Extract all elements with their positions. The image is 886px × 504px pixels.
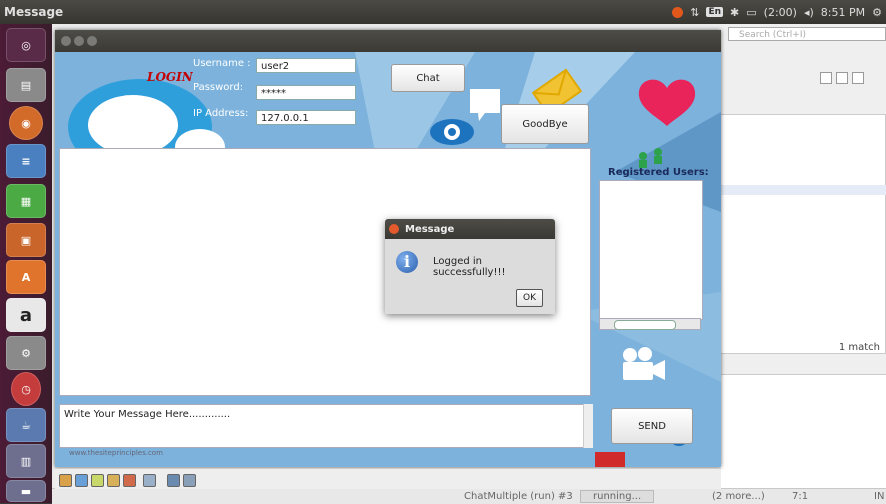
ok-button[interactable]: OK [516,289,543,307]
volume-icon[interactable]: ◂) [804,6,814,19]
system-tray: ⇅ En ✱ ▭ (2:00) ◂) 8:51 PM ⚙ [672,6,882,19]
goodbye-button[interactable]: GoodBye [501,104,589,144]
toolbar-folder-icon[interactable] [107,474,120,487]
bluetooth-icon[interactable]: ✱ [730,6,739,19]
amazon-icon[interactable]: a [6,298,46,332]
settings-gear-icon[interactable]: ⚙ [872,6,882,19]
ide-match-count: 1 match [838,342,880,353]
send-button[interactable]: SEND [611,408,693,444]
launcher: ◎ ▤ ◉ ≡ ▦ ▣ A a ⚙ ◷ ☕ ▥ ▬ [0,24,52,503]
close-icon[interactable] [61,36,71,46]
toolbar-home-icon[interactable] [59,474,72,487]
workspace-icon[interactable]: ▥ [6,444,46,478]
toolbar-settings-icon[interactable] [143,474,156,487]
dialog-titlebar: Message [385,219,555,239]
password-label: Password: [193,82,244,93]
ide-editor-area[interactable] [720,114,886,354]
update-icon[interactable] [672,6,684,18]
nav-forward-icon[interactable] [836,72,848,84]
ide-highlight-line [721,185,886,195]
ip-address-field[interactable]: 127.0.0.1 [256,110,356,125]
chat-titlebar [55,30,721,52]
network-icon[interactable]: ⇅ [690,6,699,19]
nav-back-icon[interactable] [820,72,832,84]
registered-users-label: Registered Users: [608,167,709,178]
status-position: 7:1 [792,491,809,502]
dialog-title: Message [405,223,455,235]
window-title: Message [4,5,64,19]
users-horizontal-scrollbar[interactable] [599,318,701,330]
watermark-text: www.thesiteprinciples.com [69,449,163,457]
ip-label: IP Address: [193,108,249,119]
clock-app-icon[interactable]: ◷ [11,372,41,406]
clock[interactable]: 8:51 PM [821,6,865,19]
registered-users-list[interactable] [599,180,703,320]
firefox-icon[interactable]: ◉ [9,106,43,140]
status-task[interactable]: ChatMultiple (run) #3 [464,489,573,504]
minimize-icon[interactable] [74,36,84,46]
chat-button[interactable]: Chat [391,64,465,92]
files-icon[interactable]: ▤ [6,68,46,102]
ide-search-input[interactable]: Search (Ctrl+I) [728,27,886,41]
scroll-thumb[interactable] [614,320,676,330]
message-input[interactable]: Write Your Message Here............. [59,404,589,448]
java-app-icon[interactable]: ☕ [6,408,46,442]
status-more[interactable]: (2 more...) [712,489,765,504]
calc-icon[interactable]: ▦ [6,184,46,218]
toolbar-window-icon[interactable] [75,474,88,487]
nav-dropdown-icon[interactable] [852,72,864,84]
ide-right-panel [720,24,886,503]
keyboard-layout[interactable]: En [706,7,724,17]
impress-icon[interactable]: ▣ [6,223,46,257]
ide-toolbar [55,468,721,489]
password-field[interactable]: ***** [256,85,356,100]
toolbar-doc-icon[interactable] [91,474,104,487]
username-field[interactable]: user2 [256,58,356,73]
dash-home-icon[interactable]: ◎ [6,28,46,62]
maximize-icon[interactable] [87,36,97,46]
toolbar-tools-icon[interactable] [167,474,180,487]
trash-icon[interactable]: ▬ [6,480,46,502]
username-label: Username : [193,58,251,69]
writer-icon[interactable]: ≡ [6,144,46,178]
status-state: running... [580,490,655,503]
dialog-close-icon[interactable] [389,224,399,234]
message-dialog: Message i Logged in successfully!!! OK [385,219,555,314]
status-mode: IN [874,491,885,502]
dialog-message: Logged in successfully!!! [433,256,506,278]
toolbar-app-icon[interactable] [123,474,136,487]
ide-output-area[interactable] [720,374,886,500]
toolbar-sort-icon[interactable] [183,474,196,487]
info-icon: i [396,251,418,273]
system-settings-icon[interactable]: ⚙ [6,336,46,370]
login-heading: LOGIN [147,70,193,84]
battery-status[interactable]: (2:00) [764,6,797,19]
top-panel: Message ⇅ En ✱ ▭ (2:00) ◂) 8:51 PM ⚙ [0,0,886,24]
battery-icon[interactable]: ▭ [746,6,756,19]
software-center-icon[interactable]: A [6,260,46,294]
message-vertical-scrollbar[interactable] [583,404,593,448]
ide-status-bar: ChatMultiple (run) #3 running... (2 more… [52,488,886,504]
